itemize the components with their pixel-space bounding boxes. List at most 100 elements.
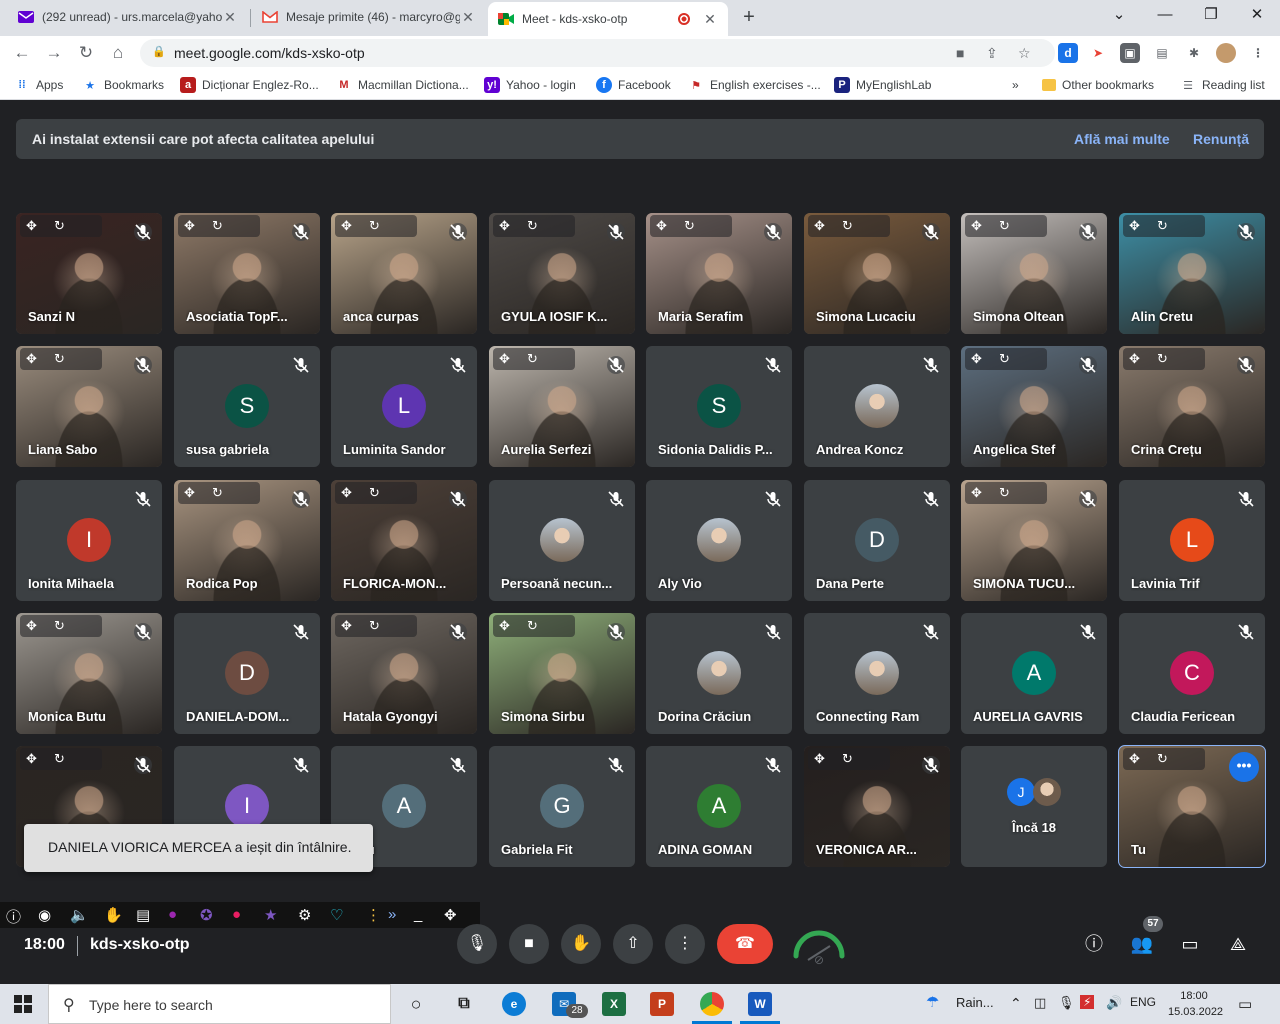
notification-center-icon[interactable]: ▭: [1238, 995, 1252, 1013]
participant-tile[interactable]: Ssusa gabriela: [174, 346, 320, 467]
refresh-icon[interactable]: ↻: [54, 751, 65, 767]
move-icon[interactable]: ✥: [814, 218, 825, 234]
edge-icon[interactable]: e: [502, 992, 526, 1016]
browser-menu-icon[interactable]: ⋮: [1248, 43, 1268, 63]
expand-icon[interactable]: »: [388, 906, 396, 923]
close-icon[interactable]: ✕: [222, 9, 238, 26]
participant-tile[interactable]: Connecting Ram: [804, 613, 950, 734]
learn-more-link[interactable]: Află mai multe: [1074, 131, 1170, 147]
tray-chevron-icon[interactable]: ⌃: [1010, 995, 1022, 1012]
move-icon[interactable]: ✥: [341, 485, 352, 501]
participant-tile[interactable]: ✥ ↻ Simona Lucaciu: [804, 213, 950, 334]
participant-tile[interactable]: ✥ ↻ Rodica Pop: [174, 480, 320, 601]
activities-icon[interactable]: ⟁: [1224, 930, 1252, 958]
participant-tile[interactable]: ✥ ↻ Crina Crețu: [1119, 346, 1265, 467]
move-icon[interactable]: ✥: [341, 618, 352, 634]
volume-icon[interactable]: 🔊: [1106, 995, 1122, 1011]
participant-tile[interactable]: J Încă 18: [961, 746, 1107, 867]
bookmark-other[interactable]: Other bookmarks: [1042, 76, 1154, 94]
move-icon[interactable]: ✥: [1129, 751, 1140, 767]
taskbar-clock[interactable]: 18:00 15.03.2022: [1168, 988, 1223, 1020]
refresh-icon[interactable]: ↻: [999, 485, 1010, 501]
participant-tile[interactable]: I Ionita Mihaela: [16, 480, 162, 601]
participant-tile[interactable]: Persoană necun...: [489, 480, 635, 601]
refresh-icon[interactable]: ↻: [999, 218, 1010, 234]
participant-tile[interactable]: ✥ ↻ Sanzi N: [16, 213, 162, 334]
refresh-icon[interactable]: ↻: [54, 218, 65, 234]
address-bar[interactable]: 🔒 meet.google.com/kds-xsko-otp ■ ⇪ ☆: [140, 39, 1055, 67]
move-icon[interactable]: ✥: [499, 351, 510, 367]
extension-grid-icon[interactable]: ▤: [1152, 43, 1172, 63]
star-icon[interactable]: ★: [264, 906, 277, 924]
close-window-button[interactable]: ✕: [1234, 0, 1280, 30]
meeting-details-icon[interactable]: ⓘ: [1080, 930, 1108, 958]
bookmarks-overflow-button[interactable]: »: [1012, 76, 1019, 94]
move-icon[interactable]: ✥: [184, 485, 195, 501]
self-options-button[interactable]: •••: [1229, 752, 1259, 782]
participant-tile[interactable]: D Dana Perte: [804, 480, 950, 601]
weather-icon[interactable]: ☂: [926, 993, 939, 1011]
more-vertical-icon[interactable]: ⋮: [366, 906, 381, 924]
move-icon[interactable]: ✥: [26, 218, 37, 234]
lock-icon[interactable]: 🔒: [152, 45, 166, 59]
bookmark-english-exercises[interactable]: ⚑ English exercises -...: [688, 76, 821, 94]
share-icon[interactable]: ⇪: [986, 45, 998, 62]
move-icon[interactable]: ✥: [656, 218, 667, 234]
participant-tile[interactable]: C Claudia Fericean: [1119, 613, 1265, 734]
chat-bubble-icon[interactable]: ●: [232, 906, 241, 923]
tab-search-icon[interactable]: ⌄: [1096, 0, 1142, 30]
participant-tile[interactable]: ✥ ↻ Asociatia TopF...: [174, 213, 320, 334]
tab-gmail[interactable]: Mesaje primite (46) - marcyro@gmail.com …: [252, 0, 486, 34]
move-icon[interactable]: ✥: [1129, 351, 1140, 367]
raise-hand-button[interactable]: ✋: [561, 924, 601, 964]
home-button[interactable]: ⌂: [106, 41, 130, 65]
participant-tile[interactable]: L Lavinia Trif: [1119, 480, 1265, 601]
excel-icon[interactable]: X: [602, 992, 626, 1016]
close-icon[interactable]: ✕: [460, 9, 476, 26]
participant-tile[interactable]: ✥ ↻ VERONICA AR...: [804, 746, 950, 867]
move-icon[interactable]: ✥: [26, 351, 37, 367]
cortana-icon[interactable]: ○: [404, 992, 428, 1016]
close-icon[interactable]: ✕: [702, 11, 718, 28]
move-icon[interactable]: ✥: [1129, 218, 1140, 234]
refresh-icon[interactable]: ↻: [527, 218, 538, 234]
minimize-button[interactable]: —: [1142, 0, 1188, 30]
participant-tile[interactable]: A AURELIA GAVRIS: [961, 613, 1107, 734]
move-icon[interactable]: ✥: [814, 751, 825, 767]
refresh-icon[interactable]: ↻: [1157, 751, 1168, 767]
participant-tile[interactable]: D DANIELA-DOM...: [174, 613, 320, 734]
refresh-icon[interactable]: ↻: [54, 618, 65, 634]
move-icon[interactable]: ✥: [26, 751, 37, 767]
extension-meet-tools-icon[interactable]: ▣: [1120, 43, 1140, 63]
participant-tile[interactable]: Andrea Koncz: [804, 346, 950, 467]
refresh-icon[interactable]: ↻: [369, 618, 380, 634]
extensions-puzzle-icon[interactable]: ✱: [1184, 43, 1204, 63]
refresh-icon[interactable]: ↻: [369, 485, 380, 501]
bookmark-yahoo[interactable]: y! Yahoo - login: [484, 76, 576, 94]
refresh-icon[interactable]: ↻: [54, 351, 65, 367]
taskbar-search-input[interactable]: ⚲ Type here to search: [48, 984, 391, 1024]
participant-tile[interactable]: ✥ ↻ SIMONA TUCU...: [961, 480, 1107, 601]
bookmark-dictionar[interactable]: a Dicționar Englez-Ro...: [180, 76, 319, 94]
back-button[interactable]: ←: [10, 41, 34, 65]
participant-tile[interactable]: ✥ ↻ anca curpas: [331, 213, 477, 334]
more-options-button[interactable]: ⋮: [665, 924, 705, 964]
extension-d-icon[interactable]: d: [1058, 43, 1078, 63]
bookmark-apps[interactable]: ⁞⁞ Apps: [14, 76, 63, 94]
participant-tile[interactable]: Dorina Crăciun: [646, 613, 792, 734]
participant-tile[interactable]: G Gabriela Fit: [489, 746, 635, 867]
leave-call-button[interactable]: ☎: [717, 924, 773, 964]
refresh-icon[interactable]: ↻: [1157, 218, 1168, 234]
move-icon[interactable]: ✥: [499, 218, 510, 234]
move-icon[interactable]: ✥: [971, 351, 982, 367]
move-icon[interactable]: ✥: [26, 618, 37, 634]
camera-tray-icon[interactable]: ◫: [1034, 995, 1046, 1011]
participant-tile[interactable]: ✥ ↻ Simona Oltean: [961, 213, 1107, 334]
bookmark-facebook[interactable]: f Facebook: [596, 76, 671, 94]
powerpoint-icon[interactable]: P: [650, 992, 674, 1016]
participant-tile[interactable]: A ADINA GOMAN: [646, 746, 792, 867]
reload-button[interactable]: ↻: [74, 41, 98, 65]
restore-button[interactable]: ❐: [1188, 0, 1234, 30]
bookmark-myenglishlab[interactable]: P MyEnglishLab: [834, 76, 931, 94]
refresh-icon[interactable]: ↻: [999, 351, 1010, 367]
